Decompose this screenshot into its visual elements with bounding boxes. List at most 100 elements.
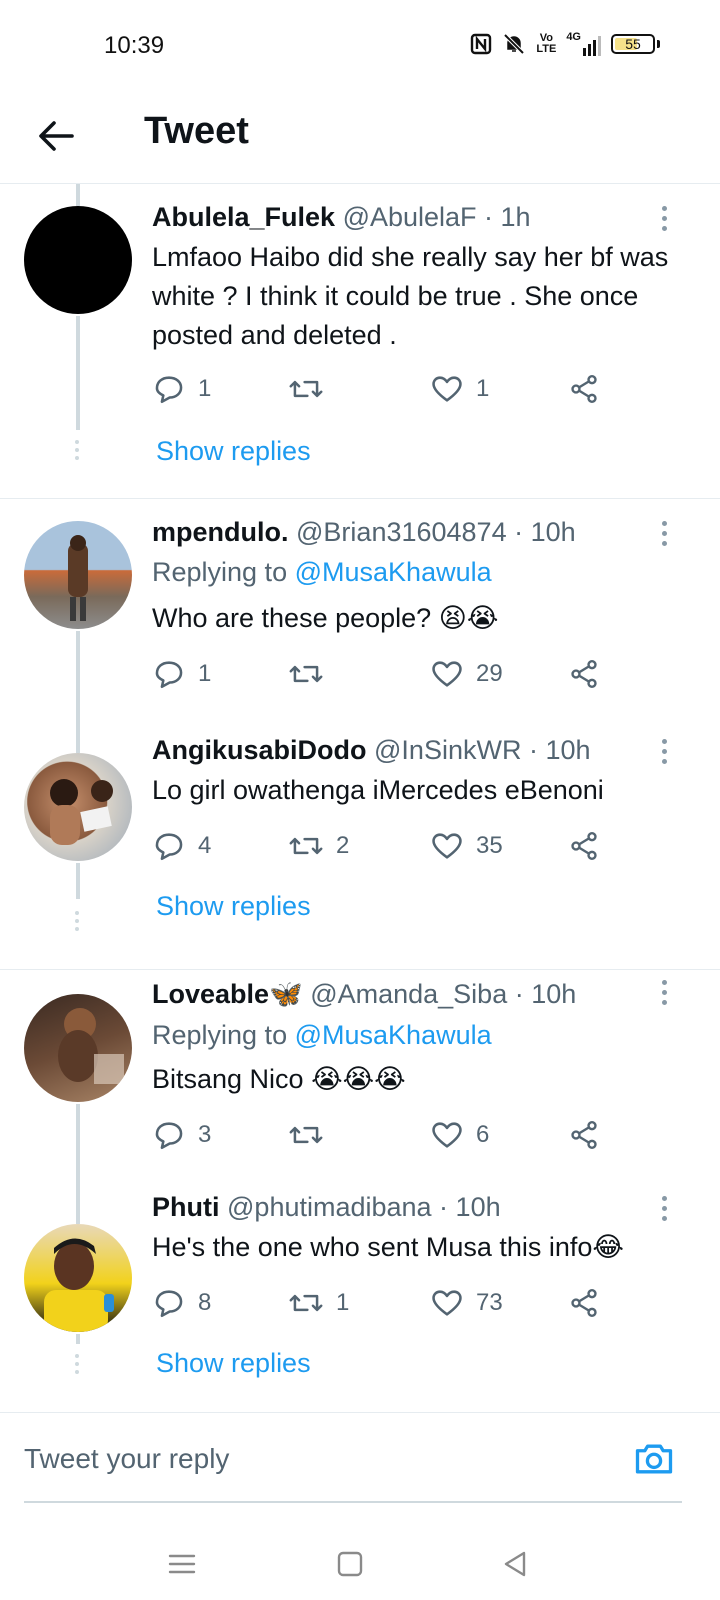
handle-time: @Amanda_Siba · 10h <box>310 979 577 1009</box>
tweet[interactable]: Loveable🦋 @Amanda_Siba · 10h Replying to… <box>0 970 720 1188</box>
handle-time: @phutimadibana · 10h <box>227 1192 501 1222</box>
display-name[interactable]: AngikusabiDodo <box>152 735 367 765</box>
like-button[interactable]: 6 <box>430 1118 489 1152</box>
retweet-button[interactable]: 1 <box>288 1286 349 1320</box>
reply-input[interactable]: Tweet your reply <box>24 1443 229 1475</box>
retweet-count: 1 <box>336 1289 350 1316</box>
share-button[interactable] <box>568 657 600 691</box>
status-bar: 10:39 Vo LTE 4G 55 <box>0 0 720 92</box>
reply-icon <box>155 376 183 404</box>
like-count: 29 <box>476 660 503 687</box>
tweet[interactable]: AngikusabiDodo @InSinkWR · 10h Lo girl o… <box>0 717 720 969</box>
share-button[interactable] <box>568 1118 600 1152</box>
reply-count: 1 <box>198 375 212 402</box>
share-icon <box>571 1289 597 1317</box>
share-icon <box>571 832 597 860</box>
status-icons: Vo LTE 4G 55 <box>470 32 660 56</box>
reply-button[interactable]: 4 <box>152 829 211 863</box>
share-icon <box>571 375 597 403</box>
display-name[interactable]: Loveable🦋 <box>152 979 303 1009</box>
replying-to: Replying to @MusaKhawula <box>152 1020 492 1051</box>
avatar[interactable] <box>24 206 132 314</box>
display-name[interactable]: Phuti <box>152 1192 220 1222</box>
reply-icon <box>155 1290 183 1318</box>
retweet-button[interactable] <box>288 372 336 406</box>
show-replies-link[interactable]: Show replies <box>156 891 311 922</box>
avatar[interactable] <box>24 521 132 629</box>
replying-to: Replying to @MusaKhawula <box>152 557 492 588</box>
back-triangle-icon <box>504 1551 526 1577</box>
more-options-icon[interactable] <box>662 1196 674 1226</box>
app-header: Tweet <box>0 92 720 184</box>
reply-button[interactable]: 8 <box>152 1286 211 1320</box>
reply-button[interactable]: 1 <box>152 372 211 406</box>
handle-time: @AbulelaF · 1h <box>342 202 531 232</box>
reply-count: 3 <box>198 1121 212 1148</box>
home-button[interactable] <box>330 1544 370 1584</box>
avatar[interactable] <box>24 1224 132 1332</box>
heart-icon <box>432 833 462 859</box>
avatar[interactable] <box>24 994 132 1102</box>
mention-link[interactable]: @MusaKhawula <box>295 1020 492 1050</box>
replying-prefix: Replying to <box>152 557 288 587</box>
like-button[interactable]: 1 <box>430 372 489 406</box>
signal-4g-icon: 4G <box>566 32 601 56</box>
retweet-icon <box>289 837 323 855</box>
retweet-button[interactable] <box>288 657 336 691</box>
camera-icon <box>635 1444 673 1474</box>
reply-count: 1 <box>198 660 212 687</box>
like-button[interactable]: 35 <box>430 829 503 863</box>
show-replies-link[interactable]: Show replies <box>156 1348 311 1379</box>
tweet-text: He's the one who sent Musa this info😂 <box>152 1232 624 1262</box>
show-replies-link[interactable]: Show replies <box>156 436 311 467</box>
like-button[interactable]: 29 <box>430 657 503 691</box>
like-count: 1 <box>476 375 490 402</box>
system-back-button[interactable] <box>496 1544 536 1584</box>
retweet-count: 2 <box>336 832 350 859</box>
reply-icon <box>155 1122 183 1150</box>
reply-composer: Tweet your reply <box>0 1412 720 1503</box>
retweet-icon <box>289 1294 323 1312</box>
heart-icon <box>432 661 462 687</box>
more-options-icon[interactable] <box>662 521 674 551</box>
retweet-icon <box>289 1126 323 1144</box>
more-options-icon[interactable] <box>662 980 674 1010</box>
camera-button[interactable] <box>632 1437 676 1481</box>
like-count: 73 <box>476 1289 503 1316</box>
share-button[interactable] <box>568 829 600 863</box>
battery-level: 55 <box>625 36 641 52</box>
tweet-text: Lo girl owathenga iMercedes eBenoni <box>152 775 604 805</box>
mention-link[interactable]: @MusaKhawula <box>295 557 492 587</box>
back-button[interactable] <box>36 114 76 158</box>
share-icon <box>571 1121 597 1149</box>
reply-count: 8 <box>198 1289 212 1316</box>
more-options-icon[interactable] <box>662 206 674 236</box>
tweet[interactable]: mpendulo. @Brian31604874 · 10h Replying … <box>0 499 720 717</box>
handle-time: @InSinkWR · 10h <box>374 735 591 765</box>
recent-apps-button[interactable] <box>162 1544 202 1584</box>
tweet[interactable]: Phuti @phutimadibana · 10h He's the one … <box>0 1188 720 1412</box>
like-button[interactable]: 73 <box>430 1286 503 1320</box>
reply-button[interactable]: 3 <box>152 1118 211 1152</box>
network-label: 4G <box>566 31 581 43</box>
home-square-icon <box>337 1551 363 1577</box>
tweet[interactable]: Abulela_Fulek @AbulelaF · 1h Lmfaoo Haib… <box>0 184 720 498</box>
share-button[interactable] <box>568 372 600 406</box>
heart-icon <box>432 1290 462 1316</box>
retweet-button[interactable] <box>288 1118 336 1152</box>
retweet-button[interactable]: 2 <box>288 829 349 863</box>
share-button[interactable] <box>568 1286 600 1320</box>
display-name[interactable]: mpendulo. <box>152 517 289 547</box>
battery-icon: 55 <box>611 34 655 54</box>
nfc-icon <box>471 33 492 55</box>
avatar[interactable] <box>24 753 132 861</box>
status-time: 10:39 <box>104 32 165 59</box>
page-title: Tweet <box>144 110 249 152</box>
reply-count: 4 <box>198 832 212 859</box>
share-icon <box>571 660 597 688</box>
like-count: 35 <box>476 832 503 859</box>
display-name[interactable]: Abulela_Fulek <box>152 202 335 232</box>
handle-time: @Brian31604874 · 10h <box>296 517 576 547</box>
reply-button[interactable]: 1 <box>152 657 211 691</box>
more-options-icon[interactable] <box>662 739 674 769</box>
